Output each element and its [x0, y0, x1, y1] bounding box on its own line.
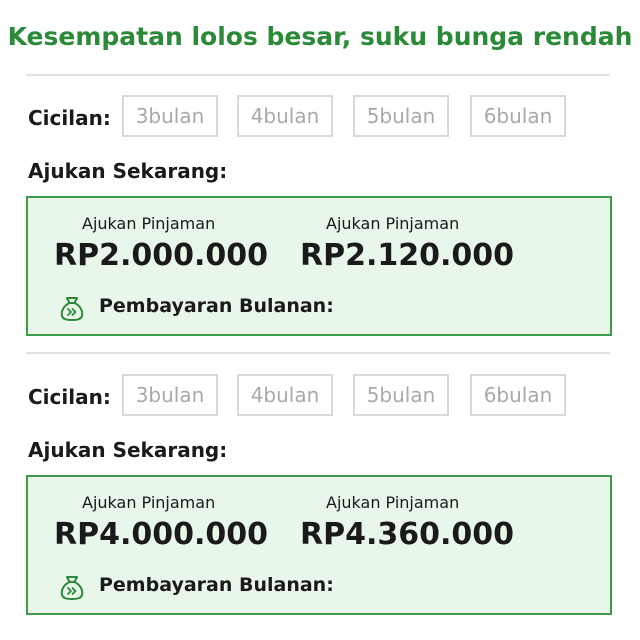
installment-label: Cicilan: [28, 106, 111, 130]
tenor-option-6bulan[interactable]: 6bulan [470, 374, 566, 416]
page-headline: Kesempatan lolos besar, suku bunga renda… [7, 22, 633, 51]
tenor-option-4bulan[interactable]: 4bulan [237, 95, 333, 137]
divider [26, 352, 610, 354]
repayment-amount-label: Ajukan Pinjaman [326, 214, 460, 233]
tenor-option-5bulan[interactable]: 5bulan [353, 95, 449, 137]
installment-label: Cicilan: [28, 385, 111, 409]
repayment-amount-value: RP4.360.000 [300, 517, 514, 552]
loan-offer-section: Cicilan: 3bulan 4bulan 5bulan 6bulan Aju… [0, 95, 640, 357]
money-bag-icon [60, 297, 84, 321]
monthly-payment-label: Pembayaran Bulanan: [99, 295, 334, 317]
tenor-option-3bulan[interactable]: 3bulan [122, 95, 218, 137]
loan-amount-card[interactable]: Ajukan Pinjaman RP4.000.000 Ajukan Pinja… [26, 475, 612, 615]
money-bag-icon [60, 576, 84, 600]
loan-amount-value: RP4.000.000 [54, 517, 268, 552]
loan-offer-section: Cicilan: 3bulan 4bulan 5bulan 6bulan Aju… [0, 374, 640, 636]
tenor-option-3bulan[interactable]: 3bulan [122, 374, 218, 416]
tenor-option-6bulan[interactable]: 6bulan [470, 95, 566, 137]
repayment-amount-label: Ajukan Pinjaman [326, 493, 460, 512]
repayment-amount-value: RP2.120.000 [300, 238, 514, 273]
monthly-payment-label: Pembayaran Bulanan: [99, 574, 334, 596]
apply-now-heading: Ajukan Sekarang: [28, 159, 228, 183]
tenor-option-4bulan[interactable]: 4bulan [237, 374, 333, 416]
tenor-option-5bulan[interactable]: 5bulan [353, 374, 449, 416]
loan-amount-label: Ajukan Pinjaman [82, 214, 216, 233]
loan-amount-label: Ajukan Pinjaman [82, 493, 216, 512]
loan-amount-card[interactable]: Ajukan Pinjaman RP2.000.000 Ajukan Pinja… [26, 196, 612, 336]
divider [26, 74, 610, 76]
apply-now-heading: Ajukan Sekarang: [28, 438, 228, 462]
loan-amount-value: RP2.000.000 [54, 238, 268, 273]
